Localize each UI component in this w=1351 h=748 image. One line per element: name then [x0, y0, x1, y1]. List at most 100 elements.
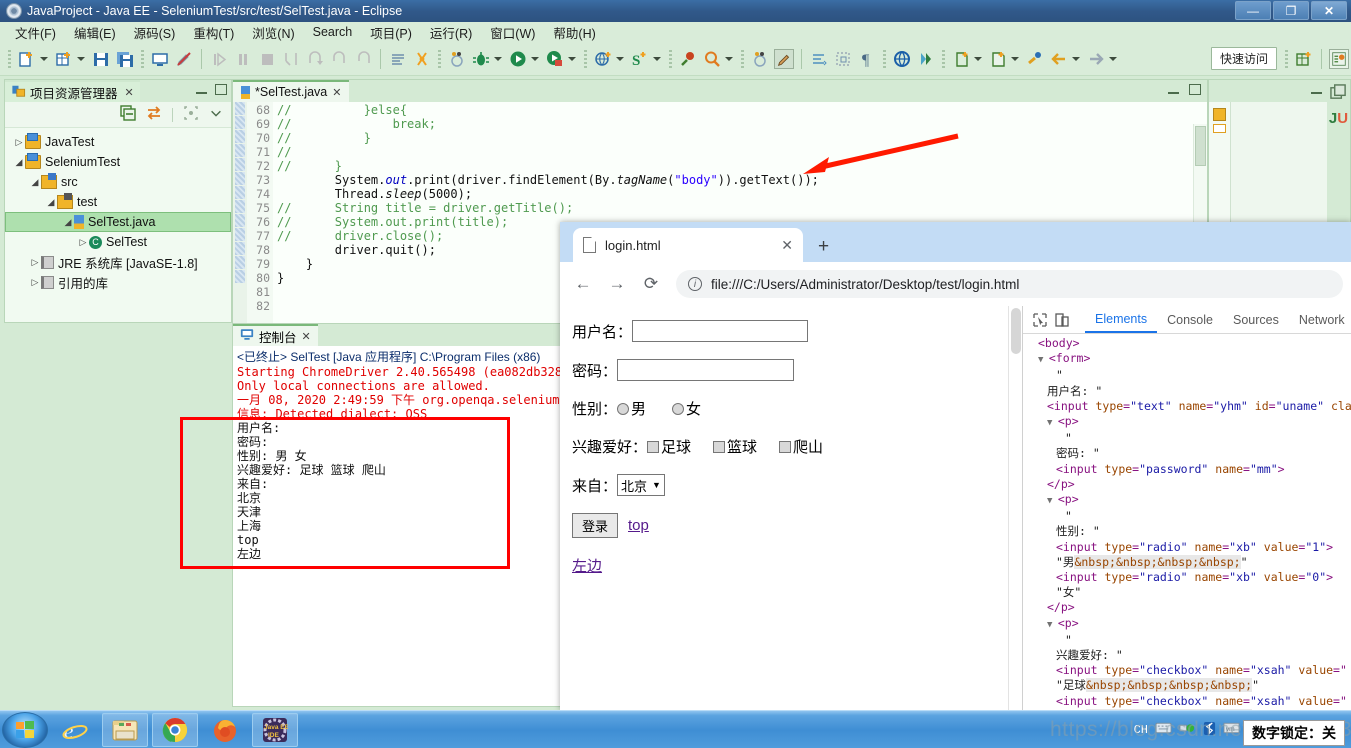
start-orb-icon[interactable]: [2, 711, 48, 748]
new-tab-button[interactable]: +: [818, 236, 829, 258]
run-dropdown-icon[interactable]: [531, 56, 539, 61]
toggle-breakpoint-icon[interactable]: [412, 49, 432, 69]
quick-access-input[interactable]: 快速访问: [1210, 47, 1277, 70]
run-last-icon[interactable]: [545, 49, 565, 69]
from-select[interactable]: 北京 ▼: [617, 474, 665, 496]
console-output[interactable]: <已终止> SelTest [Java 应用程序] C:\Program Fil…: [233, 346, 561, 706]
taskbar-windows-explorer-icon[interactable]: [102, 712, 148, 747]
window-controls[interactable]: — ❐ ✕: [1235, 1, 1347, 20]
menu-item-navigate[interactable]: 浏览(N): [243, 21, 303, 44]
dom-tree-line[interactable]: "男&nbsp;&nbsp;&nbsp;&nbsp;": [1029, 554, 1351, 570]
minimize-view-icon[interactable]: [196, 86, 207, 94]
hobby-checkbox-climbing[interactable]: [779, 440, 792, 453]
page-info-icon[interactable]: i: [688, 277, 702, 291]
view-menu-icon[interactable]: [209, 106, 223, 123]
menu-item-file[interactable]: 文件(F): [6, 21, 65, 44]
forward-icon[interactable]: →: [602, 269, 632, 299]
hobby-checkbox-football[interactable]: [647, 440, 660, 453]
dom-tree-line[interactable]: 兴趣爱好: ": [1029, 648, 1351, 663]
dom-tree-line[interactable]: </p>: [1029, 477, 1351, 492]
profile-icon[interactable]: [916, 49, 936, 69]
dom-tree-line[interactable]: ▼ <p>: [1029, 616, 1351, 633]
devtools-tab-sources[interactable]: Sources: [1223, 306, 1289, 333]
last-edit-location-icon[interactable]: [1025, 49, 1045, 69]
back-icon[interactable]: ←: [568, 269, 598, 299]
web-browser-icon[interactable]: [892, 49, 912, 69]
focus-icon[interactable]: [183, 105, 199, 124]
close-icon[interactable]: ✕: [302, 330, 311, 343]
top-link[interactable]: top: [628, 517, 649, 534]
close-button[interactable]: ✕: [1311, 1, 1347, 20]
open-type-icon[interactable]: [750, 49, 770, 69]
previous-annotation-dropdown-icon[interactable]: [1011, 56, 1019, 61]
step-out-icon[interactable]: [353, 49, 373, 69]
open-perspective-icon[interactable]: [1294, 49, 1314, 69]
close-icon[interactable]: ✕: [781, 237, 793, 254]
menu-item-search[interactable]: Search: [304, 23, 362, 41]
debug-dropdown-icon[interactable]: [494, 56, 502, 61]
collapse-arrow-icon[interactable]: ◢: [62, 217, 74, 228]
run-icon[interactable]: [508, 49, 528, 69]
collapse-arrow-icon[interactable]: ◢: [29, 177, 41, 188]
tab-seltest-java[interactable]: *SelTest.java ✕: [233, 80, 350, 102]
open-task-icon[interactable]: [678, 49, 698, 69]
tree-item-seltest-class[interactable]: ▷ C SelTest: [5, 232, 231, 252]
tree-item-seltest-java[interactable]: ◢ SelTest.java: [5, 212, 231, 232]
device-toolbar-icon[interactable]: [1051, 309, 1073, 331]
forward-icon[interactable]: [1086, 49, 1106, 69]
step-over-icon[interactable]: [305, 49, 325, 69]
dom-tree-line[interactable]: "足球&nbsp;&nbsp;&nbsp;&nbsp;": [1029, 678, 1351, 693]
dom-tree-line[interactable]: "女": [1029, 585, 1351, 600]
close-icon[interactable]: ✕: [125, 86, 134, 99]
toolbar-drag-handle-7[interactable]: [883, 49, 886, 68]
suspend-icon[interactable]: [233, 49, 253, 69]
login-button[interactable]: 登录: [572, 513, 619, 538]
collapse-all-icon[interactable]: [120, 105, 136, 124]
back-dropdown-icon[interactable]: [1072, 56, 1080, 61]
new-web-icon[interactable]: [593, 49, 613, 69]
dom-tree-line[interactable]: ": [1029, 431, 1351, 446]
new-server-dropdown-icon[interactable]: [653, 56, 661, 61]
dom-tree-line[interactable]: 性别: ": [1029, 524, 1351, 539]
dom-tree-line[interactable]: <input type="checkbox" name="xsah" value…: [1029, 663, 1351, 678]
inspect-element-icon[interactable]: [1029, 309, 1051, 331]
toolbar-drag-handle-4[interactable]: [584, 49, 587, 68]
new-wizard-icon[interactable]: [17, 49, 37, 69]
devtools-tab-network[interactable]: Network: [1289, 306, 1351, 333]
hobby-checkbox-basketball[interactable]: [713, 440, 726, 453]
tree-item-jre-library[interactable]: ▷ JRE 系统库 [JavaSE-1.8]: [5, 252, 231, 272]
expand-arrow-icon[interactable]: ▷: [29, 277, 41, 288]
java-ee-perspective-icon[interactable]: [1329, 48, 1349, 69]
toolbar-drag-handle-2[interactable]: [141, 49, 144, 68]
forward-dropdown-icon[interactable]: [1109, 56, 1117, 61]
devtools-tab-elements[interactable]: Elements: [1085, 306, 1158, 333]
dom-tree-line[interactable]: <input type="checkbox" name="xsah" value…: [1029, 694, 1351, 709]
collapse-arrow-icon[interactable]: ◢: [45, 197, 57, 208]
no-edit-icon[interactable]: [174, 49, 194, 69]
tree-item-seleniumtest[interactable]: ◢ SeleniumTest: [5, 152, 231, 172]
toolbar-drag-handle-9[interactable]: [1285, 49, 1288, 68]
tab-project-explorer[interactable]: 项目资源管理器 ✕: [5, 80, 140, 102]
toolbar-drag-handle[interactable]: [8, 49, 11, 68]
password-input[interactable]: [617, 359, 795, 381]
junit-view-icon[interactable]: JU: [1327, 104, 1350, 127]
dom-tree-line[interactable]: ": [1029, 633, 1351, 648]
search-icon[interactable]: [702, 49, 722, 69]
menu-item-refactor[interactable]: 重构(T): [184, 21, 243, 44]
expand-arrow-icon[interactable]: ▷: [13, 137, 25, 148]
save-all-icon[interactable]: [115, 49, 135, 69]
dom-tree-line[interactable]: 密码: ": [1029, 446, 1351, 461]
maximize-view-icon[interactable]: [1189, 84, 1201, 95]
explorer-window-controls[interactable]: [196, 84, 227, 95]
maximize-view-icon[interactable]: [215, 84, 227, 95]
dom-tree-line[interactable]: ▼ <p>: [1029, 492, 1351, 509]
new-item-icon[interactable]: [54, 49, 74, 69]
minimize-view-icon[interactable]: [1168, 86, 1179, 94]
block-selection-icon[interactable]: [833, 49, 853, 69]
menu-item-source[interactable]: 源码(S): [125, 21, 185, 44]
disclosure-triangle-icon[interactable]: ▼: [1038, 355, 1049, 365]
tree-item-test[interactable]: ◢ test: [5, 192, 231, 212]
page-vertical-scrollbar[interactable]: [1008, 306, 1022, 710]
save-icon[interactable]: [91, 49, 111, 69]
menu-item-window[interactable]: 窗口(W): [481, 21, 544, 44]
